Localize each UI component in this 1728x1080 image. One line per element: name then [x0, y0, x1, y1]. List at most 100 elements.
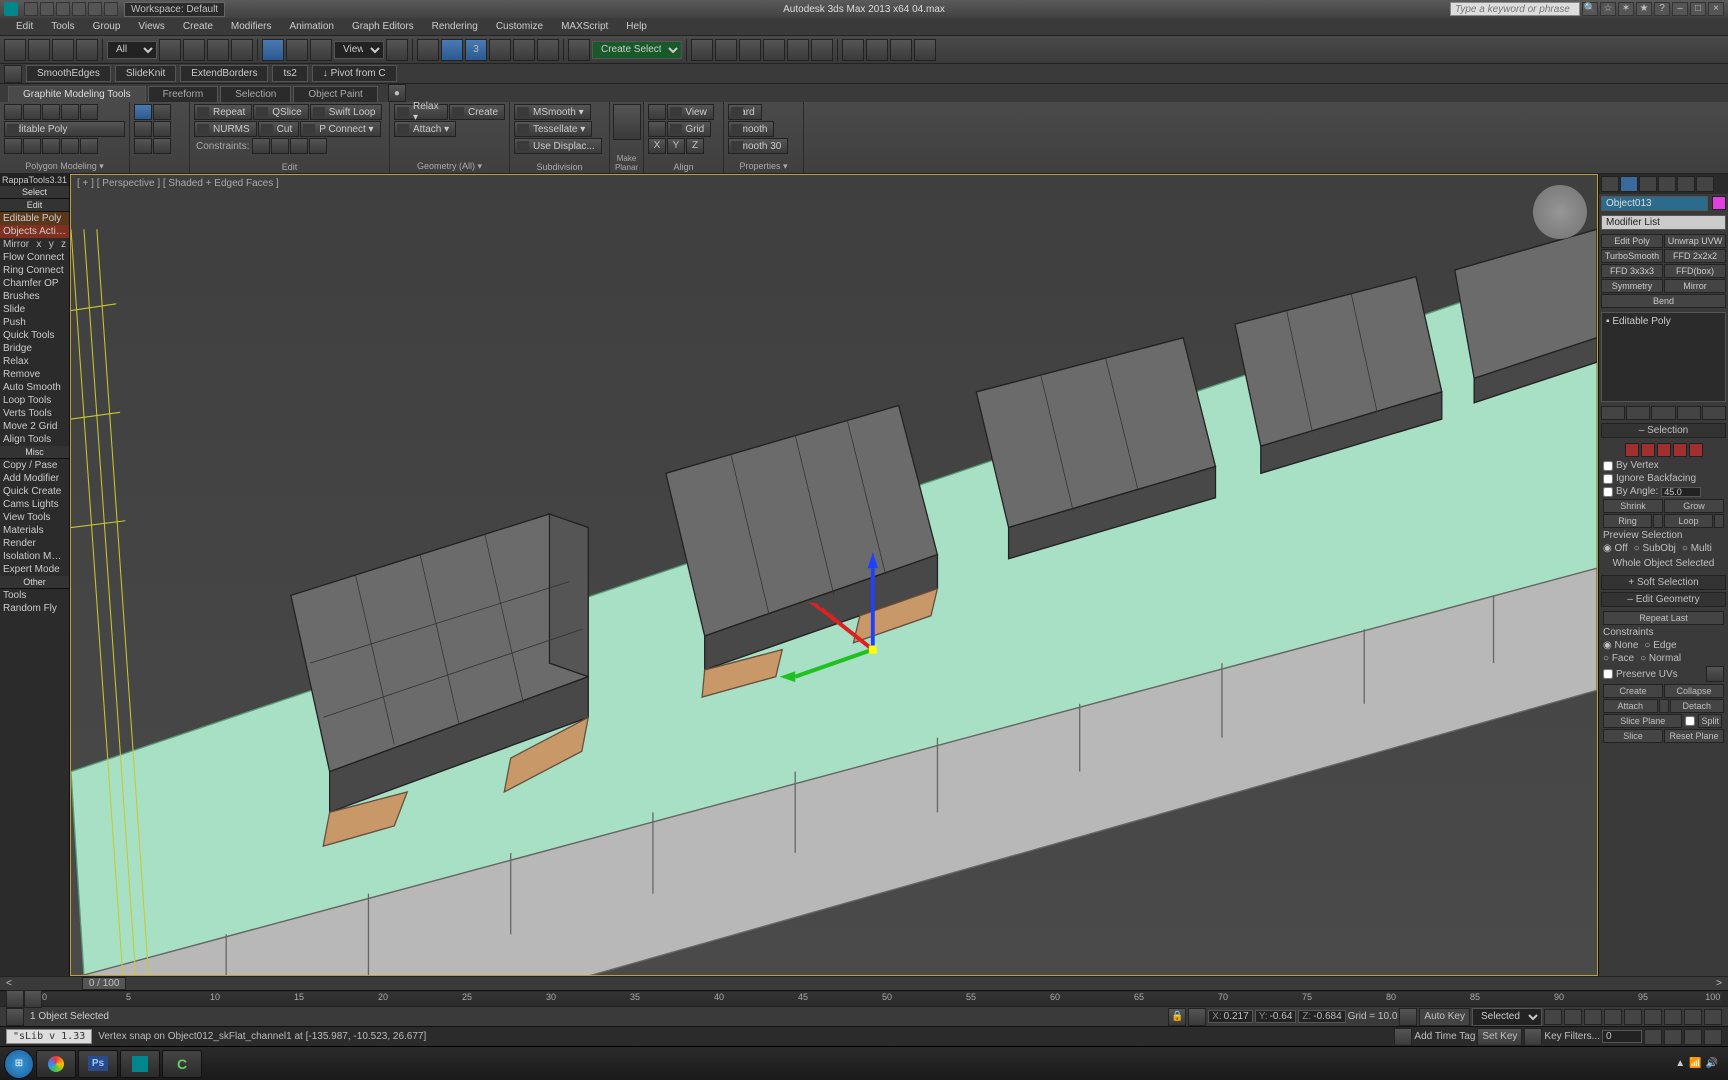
select-manipulate-icon[interactable]	[417, 39, 439, 61]
window-crossing-icon[interactable]	[231, 39, 253, 61]
perspective-viewport[interactable]: [ + ] [ Perspective ] [ Shaded + Edged F…	[70, 174, 1598, 976]
mirror-icon[interactable]	[568, 39, 590, 61]
ring-spinner-icon[interactable]	[1653, 514, 1663, 528]
pconnect-button[interactable]: P Connect ▾	[300, 121, 380, 137]
so-edge-icon[interactable]	[1641, 443, 1655, 457]
mod-ffd-box[interactable]: FFD(box)	[1664, 264, 1726, 278]
swiftloop-button[interactable]: Swift Loop	[310, 104, 383, 120]
rappa-align-tools[interactable]: Align Tools	[0, 433, 69, 446]
loop-spinner-icon[interactable]	[1714, 514, 1724, 528]
constraint-face-icon[interactable]	[290, 138, 308, 154]
nav-orbit-icon[interactable]	[1664, 1029, 1682, 1045]
select-object-icon[interactable]	[159, 39, 181, 61]
ts2-button[interactable]: ts2	[272, 65, 307, 82]
usedisplac-button[interactable]: Use Displac...	[514, 138, 602, 154]
help-search-input[interactable]	[1450, 2, 1580, 16]
panel-label-polymodeling[interactable]: Polygon Modeling ▾	[0, 160, 129, 173]
menu-animation[interactable]: Animation	[281, 19, 341, 34]
shrink-icon[interactable]	[153, 121, 171, 137]
create-button[interactable]: Create	[449, 104, 505, 120]
tab-freeform[interactable]: Freeform	[148, 86, 219, 102]
split-check[interactable]: Split	[1683, 714, 1724, 728]
constraint-none-icon[interactable]	[252, 138, 270, 154]
hard-button[interactable]: Hard	[728, 104, 762, 120]
rappa-loop-tools[interactable]: Loop Tools	[0, 394, 69, 407]
viewport-label[interactable]: [ + ] [ Perspective ] [ Shaded + Edged F…	[77, 178, 279, 189]
rappa-mirror-x[interactable]: x	[36, 239, 41, 250]
tab-motion-icon[interactable]	[1658, 176, 1676, 192]
layers-icon[interactable]	[715, 39, 737, 61]
geo-collapse-button[interactable]: Collapse	[1664, 684, 1724, 698]
coord-y[interactable]: Y:-0.64	[1255, 1010, 1297, 1023]
geo-detach-button[interactable]: Detach	[1670, 699, 1725, 713]
so-border-icon[interactable]	[1657, 443, 1671, 457]
nav-walk-icon[interactable]	[1684, 1029, 1702, 1045]
smoothedges-button[interactable]: SmoothEdges	[26, 65, 111, 82]
maximize-button[interactable]: □	[1690, 2, 1706, 16]
nav-max-icon[interactable]	[1704, 1029, 1722, 1045]
key-filters-icon[interactable]	[1524, 1028, 1542, 1046]
mod-ffd-3x3x3[interactable]: FFD 3x3x3	[1601, 264, 1663, 278]
by-angle-check[interactable]	[1603, 487, 1613, 497]
render-setup-icon[interactable]	[842, 39, 864, 61]
tray-icon[interactable]: ▲	[1675, 1058, 1685, 1069]
object-color-swatch[interactable]	[1712, 196, 1726, 210]
panel-label-properties[interactable]: Properties ▾	[724, 160, 803, 173]
extendborders-button[interactable]: ExtendBorders	[180, 65, 268, 82]
material-editor-icon[interactable]	[811, 39, 833, 61]
curve-editor-icon2[interactable]	[24, 990, 42, 1008]
rappa-cat-edit[interactable]: Edit	[0, 199, 69, 212]
mod-symmetry[interactable]: Symmetry	[1601, 279, 1663, 293]
mod-edit-poly[interactable]: Edit Poly	[1601, 234, 1663, 248]
qat-link-icon[interactable]	[104, 2, 118, 16]
redo-icon[interactable]	[28, 39, 50, 61]
qslice-button[interactable]: QSlice	[253, 104, 308, 120]
pivot-from-c-button[interactable]: ↓ Pivot from C	[312, 65, 397, 82]
rappa-copy-paste[interactable]: Copy / Pase	[0, 459, 69, 472]
rappa-add-modifier[interactable]: Add Modifier	[0, 472, 69, 485]
taskbar-photoshop-icon[interactable]: Ps	[78, 1050, 118, 1078]
rappa-cams-lights[interactable]: Cams Lights	[0, 498, 69, 511]
mod-bend[interactable]: Bend	[1601, 294, 1726, 308]
curve-editor-icon[interactable]	[763, 39, 785, 61]
menu-group[interactable]: Group	[85, 19, 129, 34]
render-frame-icon[interactable]	[866, 39, 888, 61]
attach-button[interactable]: Attach ▾	[394, 121, 456, 137]
play-icon[interactable]	[1584, 1009, 1602, 1025]
qat-save-icon[interactable]	[56, 2, 70, 16]
nav-zoom-ext-icon[interactable]	[1684, 1009, 1702, 1025]
constraint-normal-radio[interactable]: ○ Normal	[1640, 653, 1681, 664]
rappa-objects-actions[interactable]: Objects Actions	[0, 225, 69, 238]
modify-mode-icon[interactable]	[23, 104, 41, 120]
modifier-stack[interactable]: ▪ Editable Poly	[1601, 312, 1726, 402]
qat-undo-icon[interactable]	[72, 2, 86, 16]
by-angle-spinner[interactable]	[1661, 487, 1701, 497]
toview-button[interactable]: To View	[667, 104, 714, 120]
mod-turbosmooth[interactable]: TurboSmooth	[1601, 249, 1663, 263]
configure-icon[interactable]	[1702, 406, 1726, 420]
percent-snap-icon[interactable]	[489, 39, 511, 61]
key-mode-dropdown[interactable]: Selected	[1472, 1008, 1542, 1026]
taskbar-chrome-icon[interactable]	[36, 1050, 76, 1078]
help-icon[interactable]: ?	[1654, 2, 1670, 16]
sub-element-icon[interactable]	[80, 138, 98, 154]
so-element-icon[interactable]	[1689, 443, 1703, 457]
remove-mod-icon[interactable]	[1677, 406, 1701, 420]
auto-key-button[interactable]: Auto Key	[1419, 1008, 1470, 1026]
rappa-cat-select[interactable]: Select	[0, 186, 69, 199]
msmooth-button[interactable]: MSmooth ▾	[514, 104, 591, 120]
rappa-materials[interactable]: Materials	[0, 524, 69, 537]
constraint-normal-icon[interactable]	[309, 138, 327, 154]
isolate-icon[interactable]	[1399, 1008, 1417, 1026]
geo-create-button[interactable]: Create	[1603, 684, 1663, 698]
smooth30-button[interactable]: Smooth 30	[728, 138, 788, 154]
rappa-slide[interactable]: Slide	[0, 303, 69, 316]
schematic-icon[interactable]	[787, 39, 809, 61]
nav-zoom-all-icon[interactable]	[1664, 1009, 1682, 1025]
tab-graphite[interactable]: Graphite Modeling Tools	[8, 86, 146, 102]
nurms-button[interactable]: NURMS	[194, 121, 257, 137]
rappa-isolation-mode[interactable]: Isolation Mode	[0, 550, 69, 563]
rollout-soft-selection[interactable]: + Soft Selection	[1601, 575, 1726, 590]
rappa-mirror-z[interactable]: z	[61, 239, 66, 250]
make-planar-icon[interactable]	[613, 104, 641, 140]
